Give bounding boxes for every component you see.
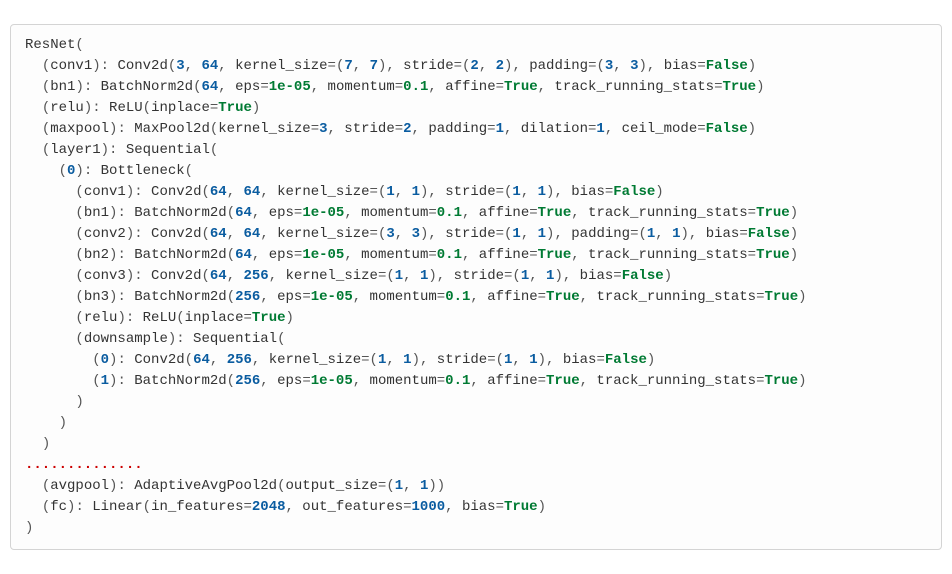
code-output: ResNet( (conv1): Conv2d(3, 64, kernel_si… xyxy=(10,24,942,550)
